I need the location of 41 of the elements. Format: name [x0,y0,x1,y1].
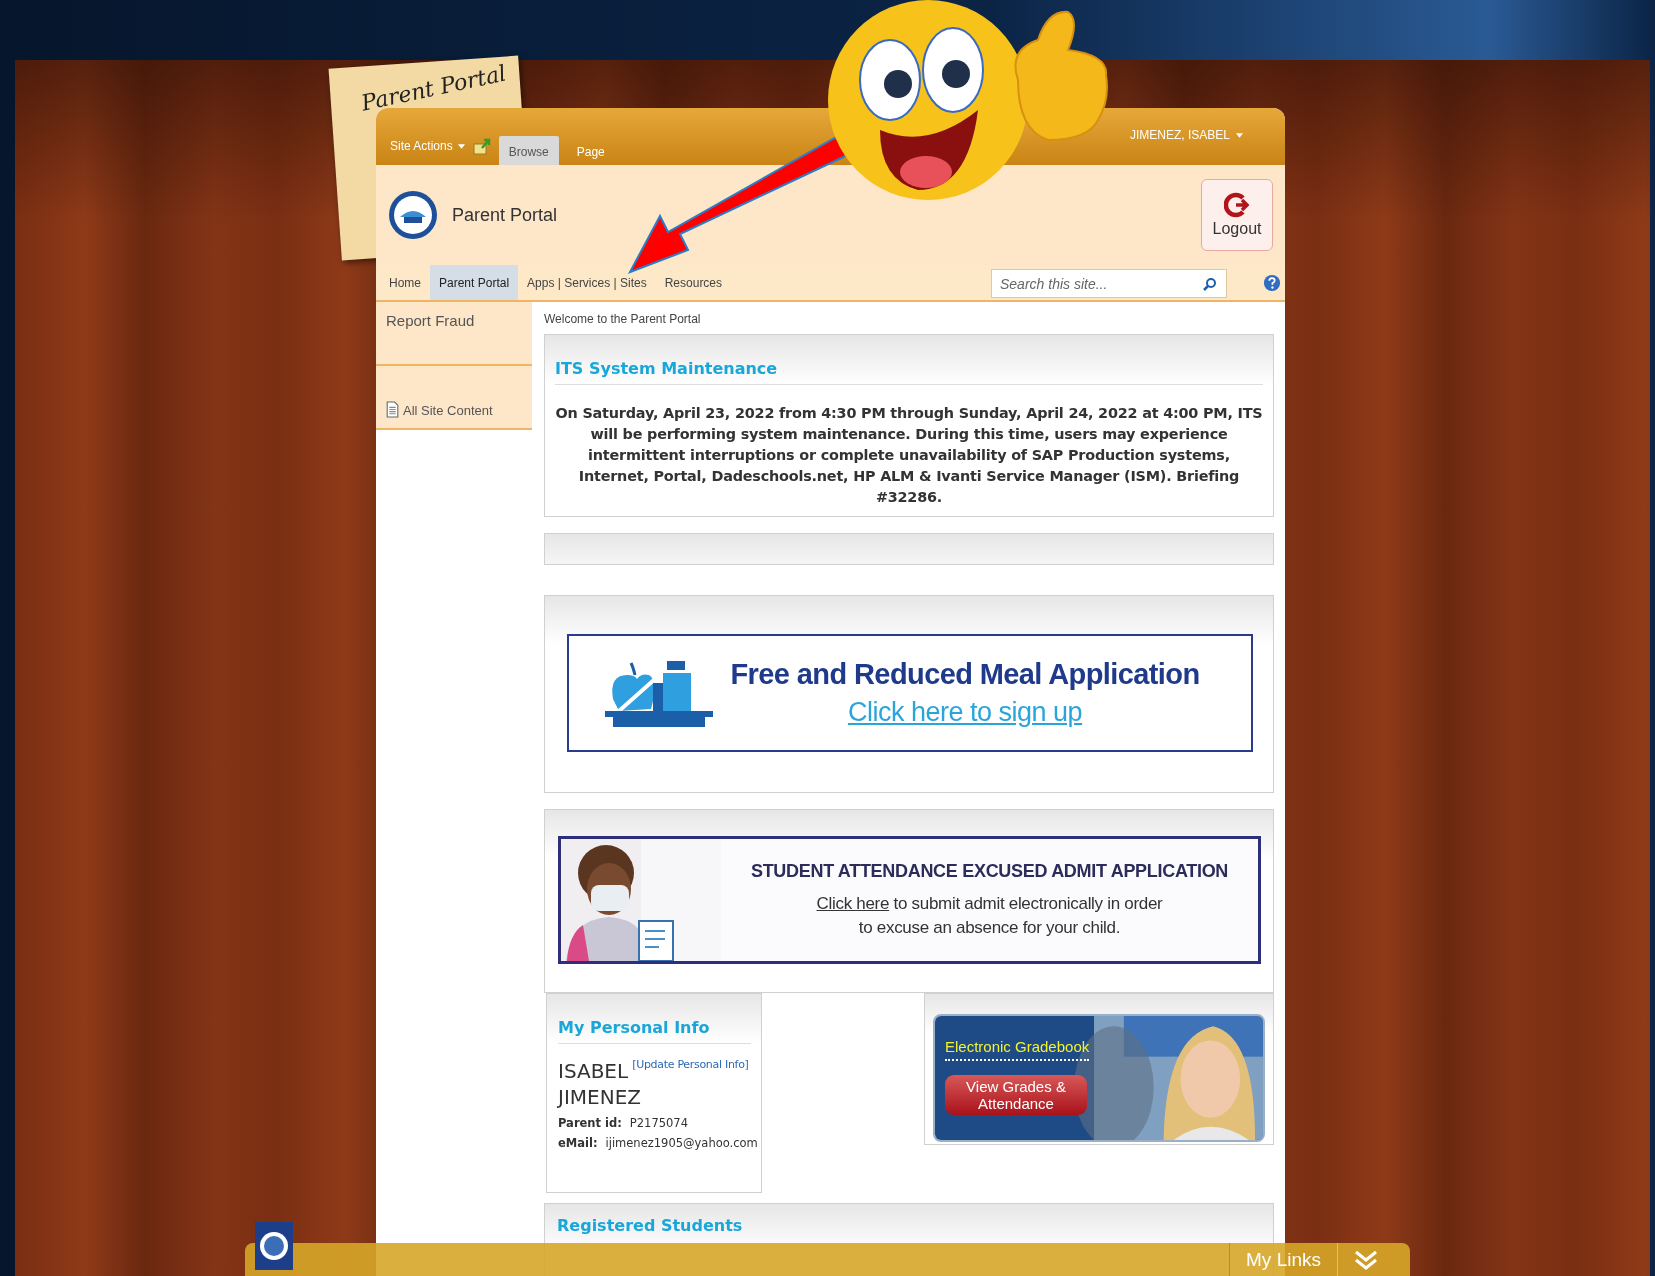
breadcrumb: Welcome to the Parent Portal [544,312,702,326]
click-here-link[interactable]: Click here [816,894,890,913]
field-value: ijimenez1905@yahoo.com [605,1136,758,1150]
field-label: eMail: [558,1136,598,1150]
nav-tab[interactable]: Home [380,265,430,300]
parent-last-name: JIMENEZ [558,1084,642,1110]
banner-title: STUDENT ATTENDANCE EXCUSED ADMIT APPLICATION [750,861,1229,882]
search-icon[interactable] [1203,277,1217,291]
search-field[interactable]: Search this site... [991,269,1227,298]
sidebar-link[interactable]: Report Fraud [386,312,475,329]
gradebook-banner[interactable]: Electronic Gradebook View Grades & Attendance [933,1014,1265,1142]
panel-title: ITS System Maintenance [555,359,1263,385]
banner-title: Electronic Gradebook [945,1038,1090,1061]
panel-title: Registered Students [557,1216,744,1235]
ribbon-tab[interactable]: Browse [498,136,559,165]
sidebar-item[interactable]: Report Fraud [376,302,532,366]
sidebar-item[interactable]: All Site Content [376,366,532,430]
view-grades-button[interactable]: View Grades & Attendance [945,1075,1087,1115]
help-icon[interactable] [1263,273,1281,292]
sticky-note-title: Parent Portal [359,60,509,116]
field-value: P2175074 [629,1116,688,1130]
nav-tab[interactable]: Resources [655,265,732,300]
caret-icon [1236,132,1243,138]
logout-icon [1224,192,1250,218]
update-info-link[interactable]: [Update Personal Info] [632,1058,749,1071]
panel-title: My Personal Info [558,1018,751,1044]
caret-icon [457,143,465,149]
banner-title: Free and Reduced Meal Application [730,658,1200,691]
navigate-up-icon[interactable] [472,137,491,155]
parent-first-name: ISABEL [558,1058,629,1084]
field-label: Parent id: [558,1116,622,1130]
announcement-text: On Saturday, April 23, 2022 from 4:30 PM through Sunday, April 24, 2022 at 4:00 PM, ITS will be performing system maintenance. During this time, users may experience intermittent interruptions or complete unavailability of SAP Production systems, Internet, Portal, Dadeschools.net, HP ALM & Ivanti Service Manager (ISM). Briefing #32286. [555,404,1263,507]
nav-tab[interactable]: Parent Portal [430,265,519,300]
sidebar-link[interactable]: All Site Content [403,403,493,418]
meal-banner[interactable]: Free and Reduced Meal Application Click here to sign up [567,634,1253,752]
nav-tab[interactable]: Apps | Services | Sites [518,265,656,300]
logout-button[interactable]: Logout [1201,179,1273,251]
banner-text: Click here to submit admit electronically in order to excuse an absence for your child. [815,893,1164,939]
school-seal-logo [255,1222,293,1270]
document-icon [386,401,399,418]
site-title: Parent Portal [452,204,558,226]
